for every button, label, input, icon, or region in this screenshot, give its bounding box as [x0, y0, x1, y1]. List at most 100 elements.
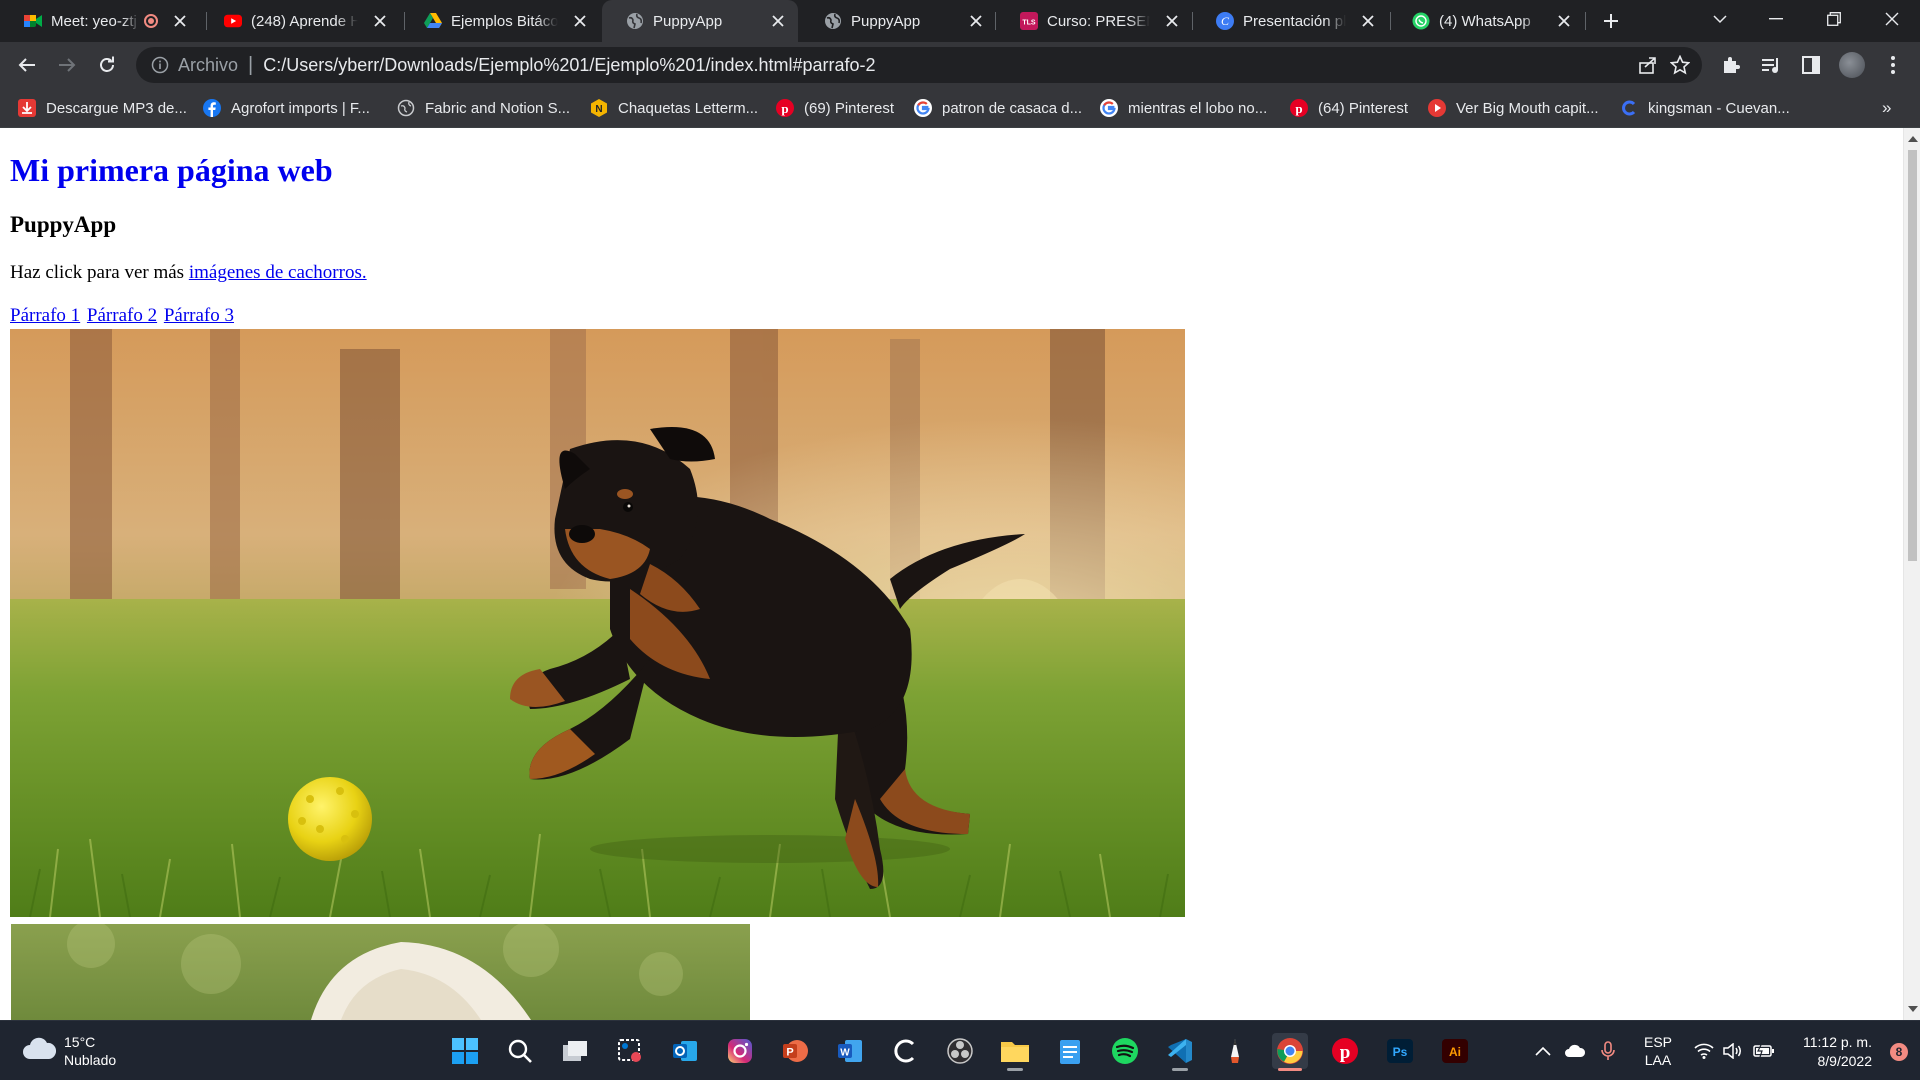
powerpoint-button[interactable]: P	[777, 1033, 813, 1069]
tab-whatsapp[interactable]: (4) WhatsApp	[1388, 0, 1584, 42]
new-tab-button[interactable]	[1595, 5, 1627, 37]
photoshop-button[interactable]: Ps	[1382, 1033, 1418, 1069]
snipping-tool-button[interactable]	[612, 1033, 648, 1069]
obs-button[interactable]	[942, 1033, 978, 1069]
instagram-button[interactable]	[722, 1033, 758, 1069]
tab-puppyapp[interactable]: PuppyApp	[800, 0, 996, 42]
spotify-button[interactable]	[1107, 1033, 1143, 1069]
tab-puppyapp-active[interactable]: PuppyApp	[602, 0, 798, 42]
task-view-button[interactable]	[557, 1033, 593, 1069]
taskbar-clock[interactable]: 11:12 p. m. 8/9/2022	[1803, 1033, 1872, 1071]
wifi-icon[interactable]	[1694, 1021, 1714, 1080]
share-icon[interactable]	[1638, 55, 1658, 80]
search-button[interactable]	[502, 1033, 538, 1069]
minimize-button[interactable]	[1760, 3, 1792, 35]
bookmark-item[interactable]: mientras el lobo no...	[1100, 98, 1267, 118]
arrow-left-icon	[18, 58, 35, 72]
vscode-button[interactable]	[1162, 1033, 1198, 1071]
volume-icon[interactable]	[1723, 1021, 1743, 1080]
tab-search-button[interactable]	[1704, 3, 1736, 35]
close-icon[interactable]	[1162, 11, 1182, 31]
chrome-button[interactable]	[1272, 1033, 1308, 1071]
pinterest-icon: p	[776, 99, 794, 117]
tab-presentacion[interactable]: C Presentación plan	[1192, 0, 1388, 42]
notification-badge[interactable]: 8	[1890, 1043, 1908, 1061]
address-bar[interactable]: Archivo | C:/Users/yberr/Downloads/Ejemp…	[136, 47, 1702, 83]
url-text[interactable]: C:/Users/yberr/Downloads/Ejemplo%201/Eje…	[263, 55, 875, 76]
windows-taskbar: 15°C Nublado P W p Ps Ai ESP LAA 11:12 p…	[0, 1020, 1920, 1080]
word-button[interactable]: W	[832, 1033, 868, 1069]
svg-text:N: N	[595, 104, 602, 115]
profile-button[interactable]	[1836, 49, 1868, 81]
bookmark-item[interactable]: N Chaquetas Letterm...	[590, 98, 758, 118]
battery-icon[interactable]	[1753, 1021, 1775, 1080]
app-c-button[interactable]	[887, 1033, 923, 1069]
scroll-down-icon[interactable]	[1908, 1006, 1918, 1012]
side-panel-button[interactable]	[1795, 49, 1827, 81]
puppy-images-link[interactable]: imágenes de cachorros.	[189, 262, 367, 283]
bookmark-item[interactable]: Ver Big Mouth capit...	[1428, 98, 1599, 118]
bookmark-item[interactable]: Fabric and Notion S...	[397, 98, 570, 118]
start-button[interactable]	[447, 1033, 483, 1069]
svg-text:P: P	[786, 1047, 793, 1059]
close-icon[interactable]	[1554, 11, 1574, 31]
close-icon[interactable]	[170, 11, 190, 31]
pinterest-icon: p	[1332, 1038, 1358, 1064]
scroll-up-icon[interactable]	[1908, 136, 1918, 142]
close-icon[interactable]	[370, 11, 390, 31]
close-icon[interactable]	[1358, 11, 1378, 31]
page-scrollbar[interactable]	[1903, 128, 1920, 1020]
restore-button[interactable]	[1818, 3, 1850, 35]
weather-temperature: 15°C	[64, 1034, 96, 1050]
bookmark-item[interactable]: p (69) Pinterest	[776, 98, 894, 118]
more-bookmarks-button[interactable]: »	[1882, 98, 1891, 118]
tab-title: PuppyApp	[851, 12, 921, 30]
tray-overflow-button[interactable]	[1535, 1021, 1551, 1080]
close-icon[interactable]	[768, 11, 788, 31]
close-icon[interactable]	[966, 11, 986, 31]
tab-drive[interactable]: Ejemplos Bitácora	[400, 0, 600, 42]
close-window-button[interactable]	[1876, 3, 1908, 35]
pinterest-app-button[interactable]: p	[1327, 1033, 1363, 1069]
bookmark-star-icon[interactable]	[1669, 54, 1691, 80]
info-icon[interactable]	[150, 55, 170, 75]
bookmark-item[interactable]: Descargue MP3 de...	[18, 98, 187, 118]
search-icon	[508, 1039, 532, 1063]
outlook-button[interactable]	[667, 1033, 703, 1069]
reload-button[interactable]	[91, 49, 123, 81]
bookmark-label: mientras el lobo no...	[1128, 99, 1268, 117]
google-drive-icon	[424, 12, 442, 30]
tab-meet[interactable]: Meet: yeo-ztj	[0, 0, 200, 42]
tab-title: PuppyApp	[653, 12, 723, 30]
illustrator-button[interactable]: Ai	[1437, 1033, 1473, 1069]
chrome-menu-button[interactable]	[1877, 49, 1909, 81]
bookmark-label: Agrofort imports | F...	[231, 99, 370, 117]
anchor-link-parrafo-2[interactable]: Párrafo 2	[87, 305, 157, 326]
bookmark-item[interactable]: Agrofort imports | F...	[203, 98, 370, 118]
media-control-button[interactable]	[1755, 49, 1787, 81]
extensions-button[interactable]	[1715, 49, 1747, 81]
onedrive-tray-icon[interactable]	[1564, 1021, 1586, 1080]
scrollbar-thumb[interactable]	[1908, 150, 1917, 561]
anchor-link-parrafo-1[interactable]: Párrafo 1	[10, 305, 80, 326]
notepad-button[interactable]	[1052, 1033, 1088, 1069]
forward-button[interactable]	[51, 49, 83, 81]
tab-curso[interactable]: TLS Curso: PRESENCIAL	[996, 0, 1192, 42]
pinterest-icon: p	[1290, 99, 1308, 117]
bookmarks-bar: Descargue MP3 de... Agrofort imports | F…	[0, 88, 1920, 128]
tab-youtube[interactable]: (248) Aprende HTML	[200, 0, 400, 42]
close-icon[interactable]	[570, 11, 590, 31]
file-explorer-button[interactable]	[997, 1033, 1033, 1071]
bookmark-item[interactable]: kingsman - Cuevan...	[1620, 98, 1790, 118]
pencil-app-button[interactable]	[1217, 1033, 1253, 1069]
weather-widget[interactable]: 15°C Nublado	[22, 1033, 116, 1069]
microphone-icon[interactable]	[1601, 1021, 1615, 1080]
bookmark-label: Chaquetas Letterm...	[618, 99, 759, 117]
anchor-link-parrafo-3[interactable]: Párrafo 3	[164, 305, 234, 326]
notepad-icon	[1060, 1040, 1080, 1064]
language-indicator[interactable]: ESP LAA	[1644, 1021, 1672, 1080]
bookmark-item[interactable]: patron de casaca d...	[914, 98, 1082, 118]
bookmark-item[interactable]: p (64) Pinterest	[1290, 98, 1408, 118]
back-button[interactable]	[11, 49, 43, 81]
svg-text:TLS: TLS	[1022, 20, 1036, 27]
